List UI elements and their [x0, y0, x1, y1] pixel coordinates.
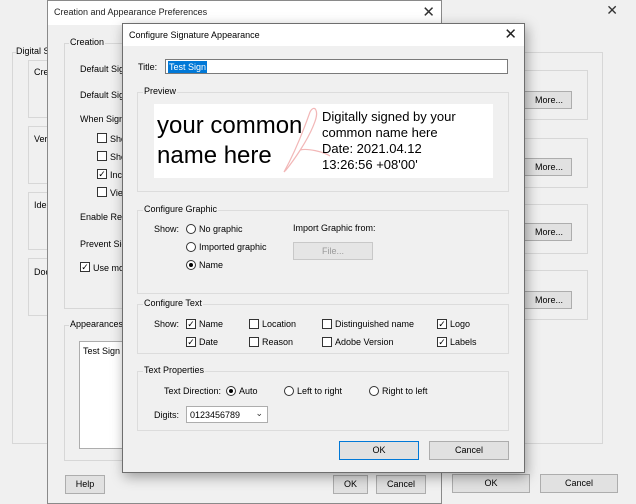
show-label: Show: — [154, 224, 180, 234]
preview-name: your common name here — [157, 112, 303, 169]
title-input-value: Test Sign — [168, 61, 208, 73]
radio-label: Imported graphic — [199, 242, 267, 252]
row-label: Default Sig — [80, 64, 125, 74]
radio-left-to-right[interactable] — [284, 386, 294, 396]
checkbox-reason[interactable] — [249, 337, 259, 347]
preview-details: Digitally signed by your common name her… — [322, 109, 493, 173]
chevron-down-icon: ⌄ — [255, 408, 263, 418]
row-label: Prevent Sig — [80, 239, 127, 249]
section-label: Ide — [34, 200, 47, 210]
show-label: Show: — [154, 319, 180, 329]
appearances-group-label: Appearances — [69, 319, 125, 329]
checkbox-checked[interactable]: ✓ — [97, 169, 107, 179]
radio-imported-graphic[interactable] — [186, 242, 196, 252]
checkbox-distinguished-name[interactable] — [322, 319, 332, 329]
signature-preview: your common name here Digitally signed b… — [154, 104, 493, 178]
preview-line: Digitally signed by your — [322, 109, 456, 124]
dialog-title: Configure Signature Appearance — [129, 30, 260, 40]
row-label: Default Sig — [80, 90, 125, 100]
radio-right-to-left[interactable] — [369, 386, 379, 396]
import-graphic-label: Import Graphic from: — [293, 223, 376, 233]
preview-group-label: Preview — [143, 86, 178, 96]
dialog-title: Creation and Appearance Preferences — [54, 7, 208, 17]
checkbox-labels[interactable]: ✓ — [437, 337, 447, 347]
close-icon[interactable]: ✕ — [422, 3, 435, 21]
checkbox-label: Distinguished name — [335, 319, 415, 329]
digits-value: 0123456789 — [190, 410, 241, 420]
row-label: When Sign — [80, 114, 125, 124]
titlebar: Creation and Appearance Preferences ✕ — [48, 1, 441, 25]
checkbox-location[interactable] — [249, 319, 259, 329]
file-button[interactable]: File... — [293, 242, 373, 260]
radio-label: Left to right — [297, 386, 343, 396]
radio-no-graphic[interactable] — [186, 224, 196, 234]
title-label: Title: — [138, 62, 158, 72]
list-item[interactable]: Test Sign — [83, 346, 120, 356]
checkbox-date[interactable]: ✓ — [186, 337, 196, 347]
digital-signatures-label: Digital S — [16, 46, 50, 56]
close-icon[interactable]: ✕ — [504, 25, 517, 43]
checkbox-label: Location — [262, 319, 297, 329]
checkbox-label: Date — [199, 337, 219, 347]
configure-signature-dialog: Configure Signature Appearance ✕ Title: … — [122, 23, 525, 473]
ok-button[interactable]: OK — [339, 441, 419, 460]
checkbox-adobe-version[interactable] — [322, 337, 332, 347]
radio-label: Name — [199, 260, 224, 270]
text-properties-label: Text Properties — [143, 365, 206, 375]
configure-text-label: Configure Text — [143, 298, 203, 308]
radio-name[interactable] — [186, 260, 196, 270]
checkbox-name[interactable]: ✓ — [186, 319, 196, 329]
radio-auto[interactable] — [226, 386, 236, 396]
preview-line: 13:26:56 +08'00' — [322, 157, 418, 172]
digits-label: Digits: — [154, 410, 180, 420]
digits-select[interactable]: 0123456789 ⌄ — [186, 406, 268, 423]
checkbox-label: Adobe Version — [335, 337, 394, 347]
preview-line: Date: 2021.04.12 — [322, 141, 422, 156]
checkbox[interactable] — [97, 133, 107, 143]
title-input[interactable]: Test Sign — [165, 59, 508, 74]
ok-button[interactable]: OK — [452, 474, 530, 493]
row-label: Enable Rev — [80, 212, 127, 222]
titlebar: Configure Signature Appearance ✕ — [123, 24, 524, 46]
checkbox-logo[interactable]: ✓ — [437, 319, 447, 329]
checkbox-label: Reason — [262, 337, 294, 347]
radio-label: No graphic — [199, 224, 243, 234]
checkbox-label: Use mo — [93, 263, 125, 273]
cancel-button[interactable]: Cancel — [540, 474, 618, 493]
radio-label: Auto — [239, 386, 258, 396]
creation-group-label: Creation — [69, 37, 106, 47]
checkbox[interactable] — [97, 187, 107, 197]
checkbox-label: Logo — [450, 319, 471, 329]
ok-button[interactable]: OK — [333, 475, 368, 494]
checkbox-label: Labels — [450, 337, 477, 347]
cancel-button[interactable]: Cancel — [429, 441, 509, 460]
cancel-button[interactable]: Cancel — [376, 475, 426, 494]
configure-graphic-label: Configure Graphic — [143, 204, 219, 214]
preview-line: common name here — [322, 125, 438, 140]
help-button[interactable]: Help — [65, 475, 105, 494]
radio-label: Right to left — [382, 386, 428, 396]
close-icon[interactable]: ✕ — [606, 2, 618, 19]
checkbox[interactable] — [97, 151, 107, 161]
use-modern-checkbox[interactable]: ✓ — [80, 262, 90, 272]
text-direction-label: Text Direction: — [164, 386, 222, 396]
checkbox-label: Name — [199, 319, 224, 329]
